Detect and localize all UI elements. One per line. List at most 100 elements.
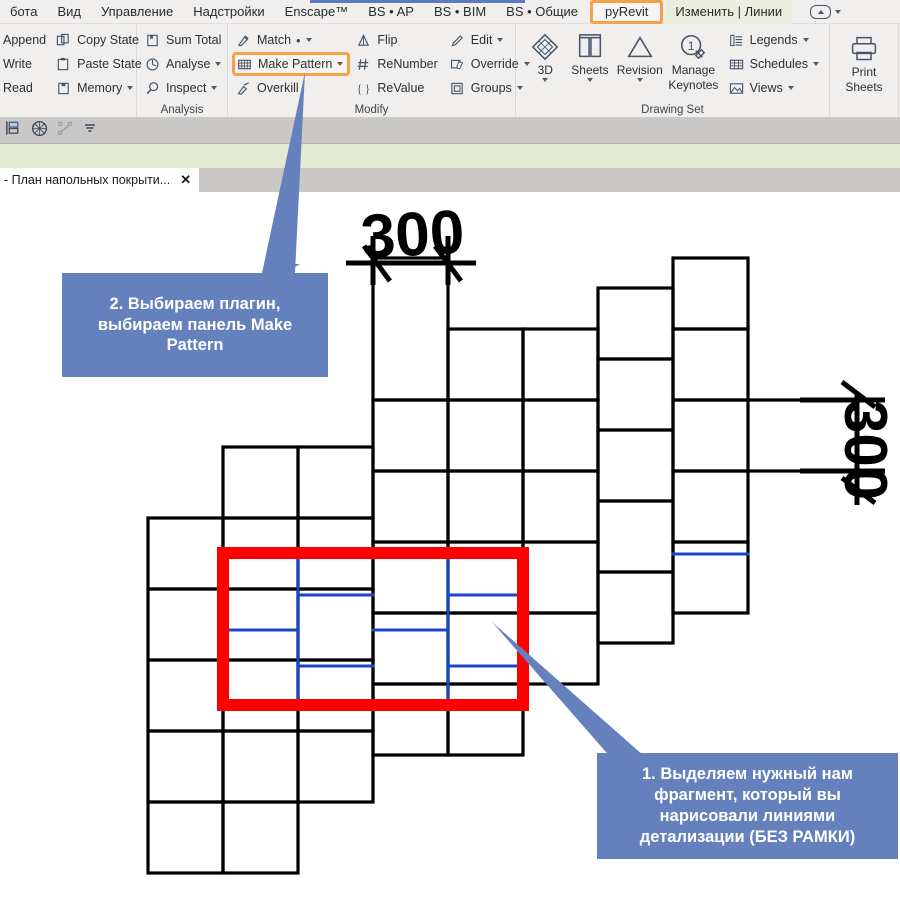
drawing-set-panel: 3D Sheets Revision 1 Manage Keynotes Leg… xyxy=(516,24,830,118)
ribbon-tab-nadstroyki[interactable]: Надстройки xyxy=(183,0,274,24)
ribbon-tab-izmenit-linii[interactable]: Изменить | Линии xyxy=(665,0,793,24)
make-pattern-button[interactable]: Make Pattern xyxy=(232,52,351,76)
memory-button[interactable]: Memory xyxy=(52,76,148,100)
options-dropdown-caret-icon[interactable] xyxy=(83,121,97,140)
legends-icon xyxy=(728,32,745,49)
close-icon[interactable]: ✕ xyxy=(180,172,191,188)
sheets-button[interactable]: Sheets xyxy=(567,28,614,82)
ribbon-panel-area: Append Write Read Copy State Paste State xyxy=(0,24,900,118)
overkill-icon xyxy=(235,80,252,97)
inspect-button[interactable]: Inspect xyxy=(141,76,227,100)
views-button[interactable]: Views xyxy=(725,76,825,100)
window-accent-strip xyxy=(310,0,525,3)
revalue-icon: { } xyxy=(355,80,372,97)
svg-text:1: 1 xyxy=(688,39,695,53)
analysis-panel: Sum Total Analyse Inspect Analysis xyxy=(137,24,228,118)
renumber-button[interactable]: ReNumber xyxy=(352,52,443,76)
chevron-down-icon[interactable] xyxy=(305,38,312,42)
sum-total-button[interactable]: Sum Total xyxy=(141,28,227,52)
chevron-down-icon[interactable] xyxy=(215,62,222,66)
ribbon-tab-bs-obshie[interactable]: BS • Общие xyxy=(496,0,588,24)
ribbon-tab-bar: бота Вид Управление Надстройки Enscape™ … xyxy=(0,0,900,24)
analysis-panel-col: Sum Total Analyse Inspect xyxy=(141,28,227,100)
ribbon-tab-enscape[interactable]: Enscape™ xyxy=(275,0,359,24)
callout-step-1-text: 1. Выделяем нужный нам фрагмент, который… xyxy=(639,765,856,846)
callout-step-1: 1. Выделяем нужный нам фрагмент, который… xyxy=(597,753,898,859)
chevron-down-icon[interactable] xyxy=(211,86,218,90)
modify-panel: Match • Make Pattern Overkill Flip ReNum… xyxy=(228,24,530,118)
sum-total-icon xyxy=(144,32,161,49)
views-icon xyxy=(728,80,745,97)
modify-panel-title: Modify xyxy=(354,104,389,116)
ribbon-tab-vid[interactable]: Вид xyxy=(47,0,91,24)
match-dot: • xyxy=(296,32,301,48)
svg-text:{ }: { } xyxy=(357,83,371,95)
append-button[interactable]: Append xyxy=(0,28,52,52)
groups-icon xyxy=(449,80,466,97)
memory-panel: Append Write Read Copy State Paste State xyxy=(0,24,142,118)
chevron-down-icon[interactable] xyxy=(813,62,819,66)
drawing-set-panel-title: Drawing Set xyxy=(641,104,704,116)
ribbon-tab-bs-ap[interactable]: BS • AP xyxy=(358,0,424,24)
filter-pattern-icon[interactable] xyxy=(31,120,48,142)
chevron-down-icon[interactable] xyxy=(636,77,643,82)
edit-pencil-icon xyxy=(449,32,466,49)
chevron-down-icon[interactable] xyxy=(802,38,809,42)
ribbon-tab-rabota[interactable]: бота xyxy=(0,0,47,24)
chevron-down-icon[interactable] xyxy=(127,86,134,90)
override-icon xyxy=(449,56,466,73)
paste-state-icon xyxy=(55,56,72,73)
paste-state-button[interactable]: Paste State xyxy=(52,52,148,76)
view-tab-label: - План напольных покрыти... xyxy=(4,173,171,187)
legends-button[interactable]: Legends xyxy=(725,28,825,52)
memory-icon xyxy=(55,80,72,97)
manage-keynotes-icon: 1 xyxy=(678,32,708,62)
memory-panel-col1: Append Write Read xyxy=(0,28,52,100)
chevron-down-icon[interactable] xyxy=(586,77,593,82)
ribbon-tab-pyrevit[interactable]: pyRevit xyxy=(590,0,664,24)
revision-icon xyxy=(625,32,655,62)
collapse-ribbon-icon[interactable] xyxy=(810,4,832,19)
3d-view-icon xyxy=(530,32,560,62)
flip-icon xyxy=(355,32,372,49)
schedules-icon xyxy=(728,56,745,73)
callout-step-2-text: 2. Выбираем плагин, выбираем панель Make… xyxy=(97,294,293,355)
manage-keynotes-button[interactable]: 1 Manage Keynotes xyxy=(666,28,720,91)
overkill-button[interactable]: Overkill xyxy=(232,76,350,100)
analyse-icon xyxy=(144,56,161,73)
ribbon-tab-bs-bim[interactable]: BS • BIM xyxy=(424,0,496,24)
print-sheets-button[interactable]: Print Sheets xyxy=(834,30,894,93)
options-bar xyxy=(0,118,900,144)
modify-selection-icon[interactable] xyxy=(5,120,22,141)
pick-lines-icon[interactable] xyxy=(57,120,74,142)
make-pattern-icon xyxy=(236,56,253,73)
renumber-icon xyxy=(355,56,372,73)
inspect-icon xyxy=(144,80,161,97)
minimize-ribbon-control[interactable] xyxy=(810,4,842,19)
analyse-button[interactable]: Analyse xyxy=(141,52,227,76)
modify-panel-col1: Match • Make Pattern Overkill xyxy=(232,28,351,100)
chevron-down-icon[interactable] xyxy=(787,86,794,90)
callout-step-2: 2. Выбираем плагин, выбираем панель Make… xyxy=(62,273,328,377)
chevron-down-icon[interactable] xyxy=(497,38,504,42)
chevron-down-icon[interactable] xyxy=(835,9,842,14)
memory-panel-col2: Copy State Paste State Memory xyxy=(52,28,148,100)
view-tab-floor-plan[interactable]: - План напольных покрыти... ✕ xyxy=(0,168,200,192)
write-button[interactable]: Write xyxy=(0,52,52,76)
copy-state-button[interactable]: Copy State xyxy=(52,28,148,52)
read-button[interactable]: Read xyxy=(0,76,52,100)
schedules-button[interactable]: Schedules xyxy=(725,52,825,76)
analysis-panel-title: Analysis xyxy=(160,104,204,116)
match-button[interactable]: Match • xyxy=(232,28,350,52)
ribbon-tab-upravlenie[interactable]: Управление xyxy=(91,0,183,24)
revision-button[interactable]: Revision xyxy=(613,28,666,82)
revalue-button[interactable]: { } ReValue xyxy=(352,76,443,100)
chevron-down-icon[interactable] xyxy=(337,62,344,66)
print-panel: Print Sheets xyxy=(830,24,899,118)
drawing-set-small-col: Legends Schedules Views xyxy=(725,28,825,100)
3d-view-button[interactable]: 3D xyxy=(524,28,567,82)
chevron-down-icon[interactable] xyxy=(542,77,549,82)
match-icon xyxy=(235,32,252,49)
flip-button[interactable]: Flip xyxy=(352,28,443,52)
modify-panel-col2: Flip ReNumber { } ReValue xyxy=(352,28,443,100)
